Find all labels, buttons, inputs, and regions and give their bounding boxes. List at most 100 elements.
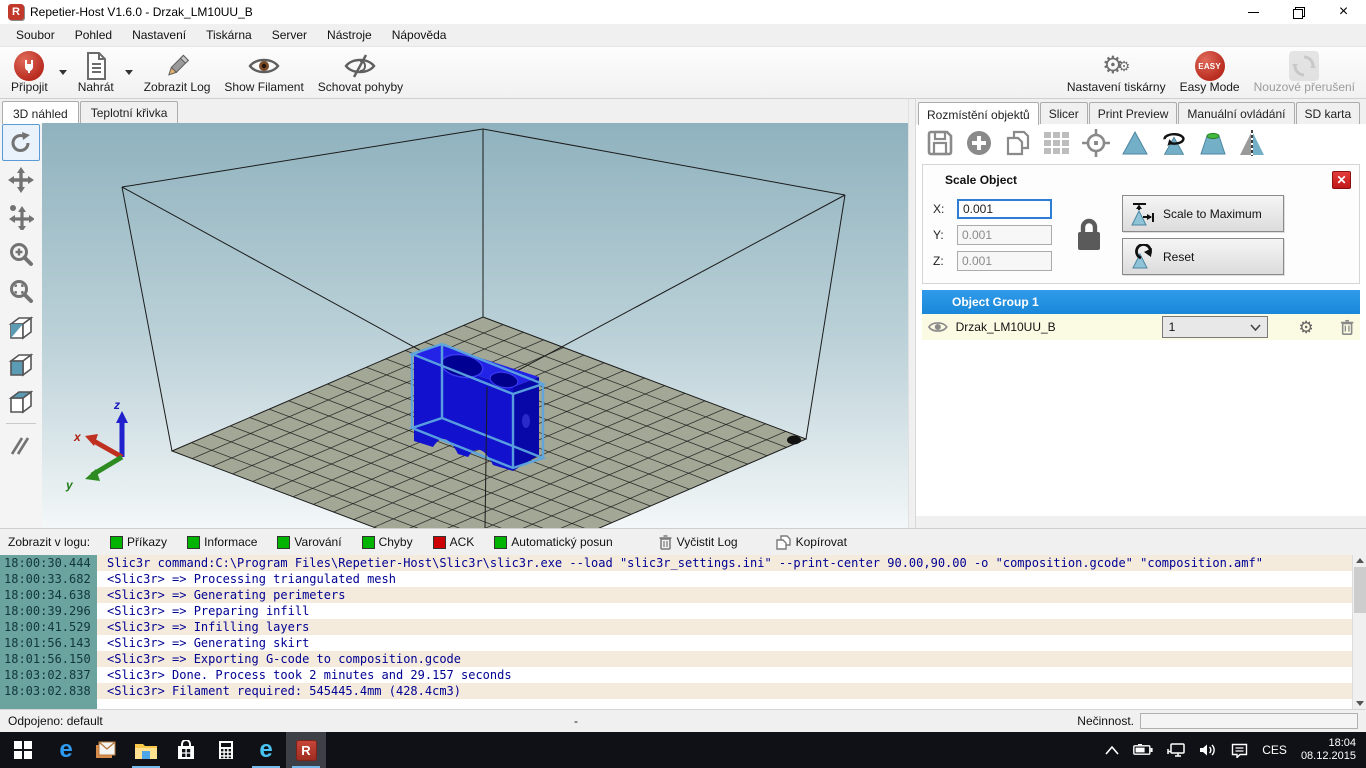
object-name-label: Drzak_LM10UU_B [956, 320, 1106, 334]
network-icon[interactable] [1167, 743, 1185, 757]
hide-travel-button[interactable]: Schovat pohyby [311, 49, 410, 96]
log-scrollbar[interactable] [1352, 555, 1366, 709]
autoposition-button[interactable] [1041, 127, 1073, 159]
clear-log-button[interactable]: Vyčistit Log [659, 535, 738, 550]
tray-date: 08.12.2015 [1301, 750, 1356, 762]
center-object-button[interactable] [1080, 127, 1112, 159]
menu-nastaveni[interactable]: Nastavení [122, 25, 196, 45]
taskbar-internet-explorer[interactable]: e [246, 732, 286, 768]
menu-nastroje[interactable]: Nástroje [317, 25, 382, 45]
menu-server[interactable]: Server [262, 25, 317, 45]
zoom-fit-button[interactable] [2, 272, 40, 309]
scroll-up-arrow[interactable] [1356, 558, 1364, 563]
plug-icon [14, 52, 44, 80]
connect-dropdown-caret[interactable] [59, 70, 67, 75]
zoom-in-button[interactable] [2, 235, 40, 272]
menu-napoveda[interactable]: Nápověda [382, 25, 457, 45]
taskbar-mail[interactable] [86, 732, 126, 768]
connect-button[interactable]: Připojit [4, 49, 55, 96]
scale-panel-close-button[interactable]: ✕ [1332, 171, 1351, 189]
tray-chevron-icon[interactable] [1105, 746, 1119, 755]
scale-y-input[interactable] [957, 225, 1052, 245]
filter-ack-toggle[interactable]: ACK [433, 535, 475, 549]
object-list-row[interactable]: Drzak_LM10UU_B 1 ⚙ [922, 314, 1360, 340]
action-center-icon[interactable] [1231, 743, 1248, 758]
main-area: 3D náhled Teplotní křivka [0, 99, 1366, 528]
object-settings-button[interactable]: ⚙ [1298, 319, 1313, 336]
visibility-eye-icon[interactable] [928, 320, 948, 334]
lock-aspect-button[interactable] [1074, 217, 1104, 253]
scale-x-input[interactable] [957, 199, 1052, 219]
move-object-button[interactable] [2, 198, 40, 235]
3d-viewport[interactable]: x y z [42, 123, 908, 528]
close-button[interactable]: × [1321, 0, 1366, 24]
menu-pohled[interactable]: Pohled [65, 25, 122, 45]
battery-icon[interactable] [1133, 744, 1153, 756]
tab-3d-preview[interactable]: 3D náhled [2, 101, 79, 124]
copies-dropdown[interactable]: 1 [1162, 316, 1269, 338]
tab-slicer[interactable]: Slicer [1040, 102, 1088, 124]
taskbar-store[interactable] [166, 732, 206, 768]
reset-scale-button[interactable]: Reset [1122, 238, 1284, 275]
volume-icon[interactable] [1199, 743, 1217, 757]
vertical-splitter[interactable] [908, 99, 915, 528]
log-output[interactable]: 18:00:30.444Slic3r command:C:\Program Fi… [0, 555, 1366, 709]
taskbar-edge[interactable]: e [46, 732, 86, 768]
filter-commands-toggle[interactable]: Příkazy [110, 535, 167, 549]
scale-to-maximum-label: Scale to Maximum [1163, 207, 1262, 221]
load-dropdown-caret[interactable] [125, 70, 133, 75]
edge-icon: e [59, 738, 72, 762]
trash-icon [659, 535, 672, 550]
easy-mode-button[interactable]: EASY Easy Mode [1173, 49, 1247, 96]
scroll-thumb[interactable] [1354, 567, 1366, 613]
front-view-button[interactable] [2, 346, 40, 383]
language-indicator[interactable]: CES [1262, 743, 1287, 757]
lay-flat-button[interactable] [1197, 127, 1229, 159]
windows-logo-icon [14, 741, 32, 759]
delete-object-button[interactable] [1340, 318, 1354, 336]
minimize-button[interactable] [1231, 0, 1276, 24]
scale-object-button[interactable] [1119, 127, 1151, 159]
save-composition-button[interactable] [924, 127, 956, 159]
menu-tiskarna[interactable]: Tiskárna [196, 25, 262, 45]
tab-object-placement[interactable]: Rozmístění objektů [918, 102, 1039, 125]
scale-z-input[interactable] [957, 251, 1052, 271]
object-group-header[interactable]: Object Group 1 [922, 290, 1360, 314]
rotate-object-button[interactable] [1158, 127, 1190, 159]
scroll-down-arrow[interactable] [1356, 701, 1364, 706]
isometric-view-button[interactable] [2, 309, 40, 346]
filter-info-toggle[interactable]: Informace [187, 535, 257, 549]
top-view-button[interactable] [2, 383, 40, 420]
menu-soubor[interactable]: Soubor [6, 25, 65, 45]
copy-object-button[interactable] [1002, 127, 1034, 159]
copy-log-label: Kopírovat [796, 535, 847, 549]
copy-log-button[interactable]: Kopírovat [776, 535, 847, 550]
taskbar-file-explorer[interactable] [126, 732, 166, 768]
start-button[interactable] [0, 732, 46, 768]
show-filament-button[interactable]: Show Filament [217, 49, 310, 96]
move-view-button[interactable] [2, 161, 40, 198]
restore-button[interactable] [1276, 0, 1321, 24]
taskbar-repetier-host[interactable]: R [286, 732, 326, 768]
scale-object-icon [1121, 130, 1149, 156]
clock[interactable]: 18:04 08.12.2015 [1301, 737, 1356, 763]
parallel-projection-button[interactable] [2, 427, 40, 464]
reset-scale-label: Reset [1163, 250, 1194, 264]
printer-settings-button[interactable]: ⚙⚙ Nastavení tiskárny [1060, 49, 1173, 96]
log-row: 18:03:02.837<Slic3r> Done. Process took … [0, 667, 1366, 683]
rotate-view-button[interactable] [2, 124, 40, 161]
mirror-object-button[interactable] [1236, 127, 1268, 159]
tab-manual-control[interactable]: Manuální ovládání [1178, 102, 1294, 124]
filter-warnings-toggle[interactable]: Varování [277, 535, 341, 549]
filter-errors-toggle[interactable]: Chyby [362, 535, 413, 549]
reset-icon [1131, 244, 1157, 270]
tab-print-preview[interactable]: Print Preview [1089, 102, 1178, 124]
toggle-log-button[interactable]: Zobrazit Log [137, 49, 218, 96]
scale-to-maximum-button[interactable]: Scale to Maximum [1122, 195, 1284, 232]
add-object-button[interactable] [963, 127, 995, 159]
tab-sd-card[interactable]: SD karta [1296, 102, 1361, 124]
tab-temperature-curve[interactable]: Teplotní křivka [80, 101, 179, 123]
load-button[interactable]: Nahrát [71, 49, 121, 96]
filter-autoscroll-toggle[interactable]: Automatický posun [494, 535, 612, 549]
taskbar-calculator[interactable] [206, 732, 246, 768]
